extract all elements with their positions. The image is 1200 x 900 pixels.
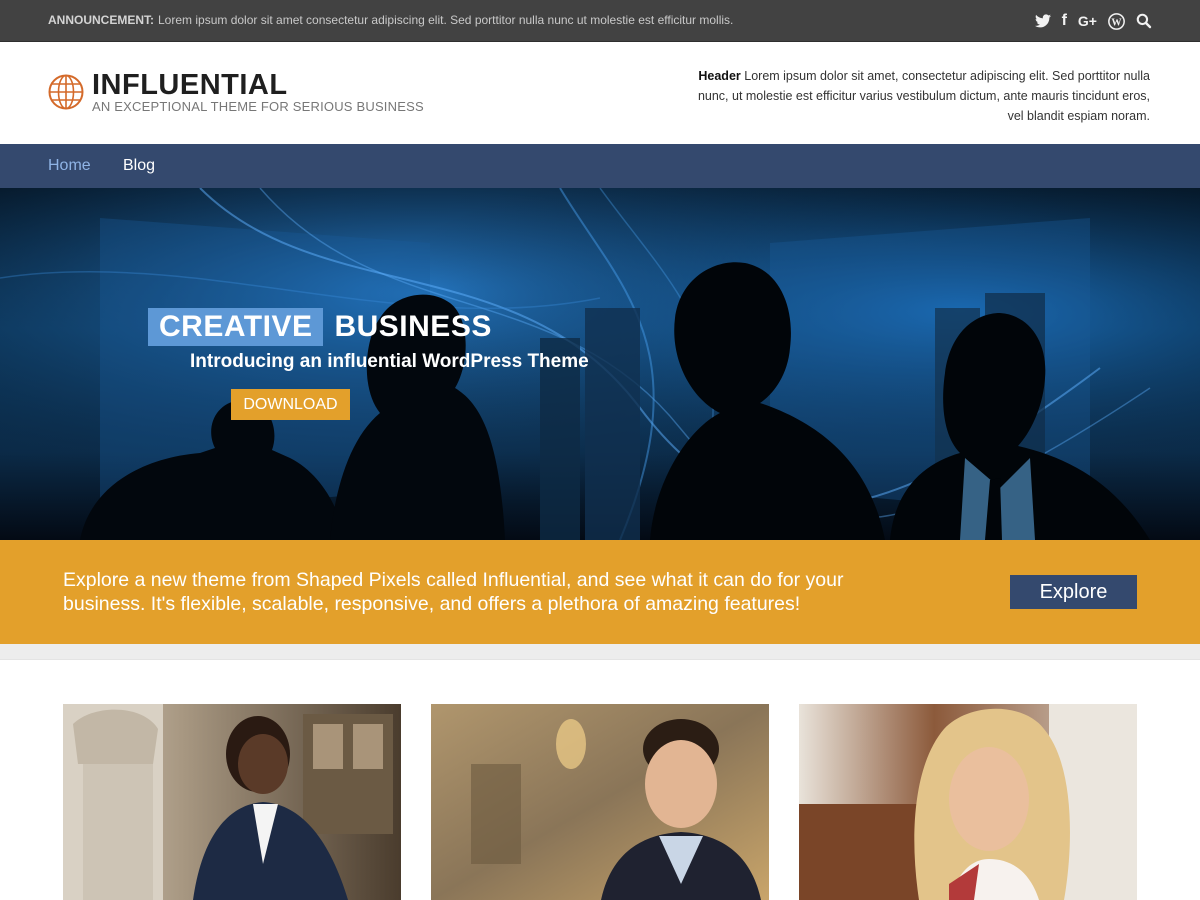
wordpress-icon[interactable]: W (1108, 12, 1125, 30)
announcement-bar: ANNOUNCEMENT: Lorem ipsum dolor sit amet … (0, 0, 1200, 42)
svg-text:W: W (1111, 17, 1122, 28)
download-button[interactable]: DOWNLOAD (231, 389, 350, 420)
announcement: ANNOUNCEMENT: Lorem ipsum dolor sit amet … (48, 13, 733, 27)
header-widget-text: Header Lorem ipsum dolor sit amet, conse… (690, 66, 1150, 126)
team-photo-3[interactable] (799, 704, 1137, 900)
hero-subtitle: Introducing an influential WordPress The… (190, 351, 589, 372)
hero-banner: CREATIVE BUSINESS Introducing an influent… (0, 188, 1200, 540)
team-photo-2[interactable] (431, 704, 769, 900)
search-icon[interactable] (1136, 12, 1152, 30)
facebook-icon[interactable]: f (1062, 12, 1067, 30)
announcement-label: ANNOUNCEMENT: (48, 13, 154, 27)
globe-logo-icon[interactable] (48, 74, 84, 110)
section-divider (0, 644, 1200, 660)
nav-item-blog[interactable]: Blog (123, 157, 155, 175)
team-photo-1[interactable] (63, 704, 401, 900)
main-navigation: Home Blog (0, 144, 1200, 188)
nav-item-home[interactable]: Home (48, 157, 91, 175)
hero-title-rest: BUSINESS (334, 310, 492, 343)
header-widget-body: Lorem ipsum dolor sit amet, consectetur … (697, 69, 1150, 123)
site-tagline: AN EXCEPTIONAL THEME FOR SERIOUS BUSINES… (92, 99, 424, 114)
hero-title-highlight: CREATIVE (148, 308, 324, 346)
hero-title: CREATIVE BUSINESS (148, 308, 492, 346)
explore-button[interactable]: Explore (1010, 575, 1137, 609)
twitter-icon[interactable] (1034, 12, 1051, 30)
cta-text: Explore a new theme from Shaped Pixels c… (63, 569, 844, 615)
social-links: f G+ W (1034, 11, 1152, 31)
site-title[interactable]: INFLUENTIAL (92, 69, 288, 102)
google-plus-icon[interactable]: G+ (1078, 12, 1097, 30)
hero-background-image (0, 188, 1200, 540)
site-header: INFLUENTIAL AN EXCEPTIONAL THEME FOR SER… (0, 42, 1200, 144)
announcement-text: Lorem ipsum dolor sit amet consectetur a… (158, 13, 734, 27)
call-to-action-band: Explore a new theme from Shaped Pixels c… (0, 540, 1200, 644)
header-widget-label: Header (698, 69, 741, 83)
